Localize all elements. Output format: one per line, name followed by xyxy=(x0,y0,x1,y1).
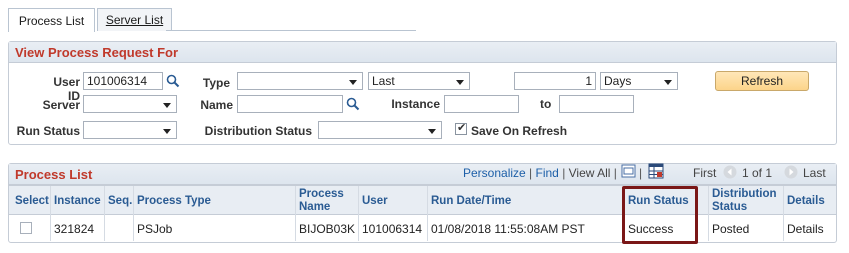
type-select[interactable] xyxy=(237,72,363,90)
tab-server-list[interactable]: Server List xyxy=(97,8,172,31)
user-id-field[interactable]: 101006314 xyxy=(83,72,163,90)
zoom-grid-icon[interactable] xyxy=(621,164,636,178)
col-process-name-line2: Name xyxy=(299,201,331,213)
distribution-status-select[interactable] xyxy=(318,121,442,139)
instance-from-field[interactable] xyxy=(444,95,519,113)
chevron-down-icon xyxy=(456,80,464,85)
cell-instance: 321824 xyxy=(54,222,95,236)
chevron-down-icon xyxy=(664,80,672,85)
days-select-value: Days xyxy=(604,74,632,88)
first-label: First xyxy=(693,166,717,180)
to-label: to xyxy=(540,97,552,111)
last-select[interactable]: Last xyxy=(368,72,470,90)
cell-details-link[interactable]: Details xyxy=(787,222,824,236)
row-select-checkbox[interactable] xyxy=(20,222,32,234)
cell-process-type: PSJob xyxy=(137,222,173,236)
previous-arrow-icon[interactable] xyxy=(723,165,737,179)
personalize-link[interactable]: Personalize xyxy=(463,166,526,180)
col-user: User xyxy=(362,195,388,207)
checkmark-icon: ✔ xyxy=(457,122,467,134)
col-run-datetime: Run Date/Time xyxy=(431,195,512,207)
col-details: Details xyxy=(787,195,825,207)
server-select[interactable] xyxy=(83,95,177,113)
separator: | xyxy=(639,166,643,180)
view-all-link[interactable]: View All xyxy=(569,166,611,180)
save-on-refresh-checkbox[interactable]: ✔ xyxy=(455,122,467,135)
name-field[interactable] xyxy=(237,95,343,113)
run-status-select[interactable] xyxy=(83,121,177,139)
cell-run-datetime: 01/08/2018 11:55:08AM PST xyxy=(431,222,585,236)
download-grid-icon[interactable] xyxy=(648,163,664,179)
col-process-type: Process Type xyxy=(137,195,211,207)
run-status-label: Run Status xyxy=(16,124,80,138)
type-label: Type xyxy=(202,76,230,90)
col-process-name-line1: Process xyxy=(299,188,344,200)
refresh-button[interactable]: Refresh xyxy=(715,71,809,91)
server-label: Server xyxy=(42,98,80,112)
chevron-down-icon xyxy=(163,129,171,134)
run-status-highlight xyxy=(622,186,698,244)
find-link[interactable]: Find xyxy=(536,166,559,180)
grid-toolbar: Personalize | Find | View All | xyxy=(463,166,617,180)
cell-process-name-link[interactable]: BIJOB03K xyxy=(299,222,355,236)
col-select: Select xyxy=(15,195,49,207)
tab-label: Process List xyxy=(18,13,85,28)
tab-label: Server List xyxy=(105,13,164,27)
chevron-down-icon xyxy=(349,80,357,85)
search-icon[interactable] xyxy=(166,74,180,88)
col-seq: Seq. xyxy=(108,195,133,207)
cell-user: 101006314 xyxy=(362,222,423,236)
instance-label: Instance xyxy=(391,97,440,111)
instance-to-field[interactable] xyxy=(559,95,634,113)
tab-divider xyxy=(166,30,416,31)
last-label: Last xyxy=(803,166,826,180)
col-dist-status-line1: Distribution xyxy=(712,188,777,200)
col-instance: Instance xyxy=(54,195,101,207)
next-arrow-icon[interactable] xyxy=(784,165,798,179)
search-icon[interactable] xyxy=(346,97,360,111)
chevron-down-icon xyxy=(163,103,171,108)
last-select-value: Last xyxy=(372,74,395,88)
distribution-status-label: Distribution Status xyxy=(204,124,312,138)
tab-process-list[interactable]: Process List xyxy=(8,8,95,32)
chevron-down-icon xyxy=(428,129,436,134)
separator: | xyxy=(613,166,617,180)
last-number-field[interactable]: 1 xyxy=(514,72,596,90)
days-select[interactable]: Days xyxy=(600,72,678,90)
cell-dist-status: Posted xyxy=(712,222,750,236)
page-range: 1 of 1 xyxy=(742,166,773,180)
name-label: Name xyxy=(200,98,233,112)
save-on-refresh-label: Save On Refresh xyxy=(471,124,568,138)
request-panel-title: View Process Request For xyxy=(9,42,836,63)
col-dist-status-line2: Status xyxy=(712,201,748,213)
